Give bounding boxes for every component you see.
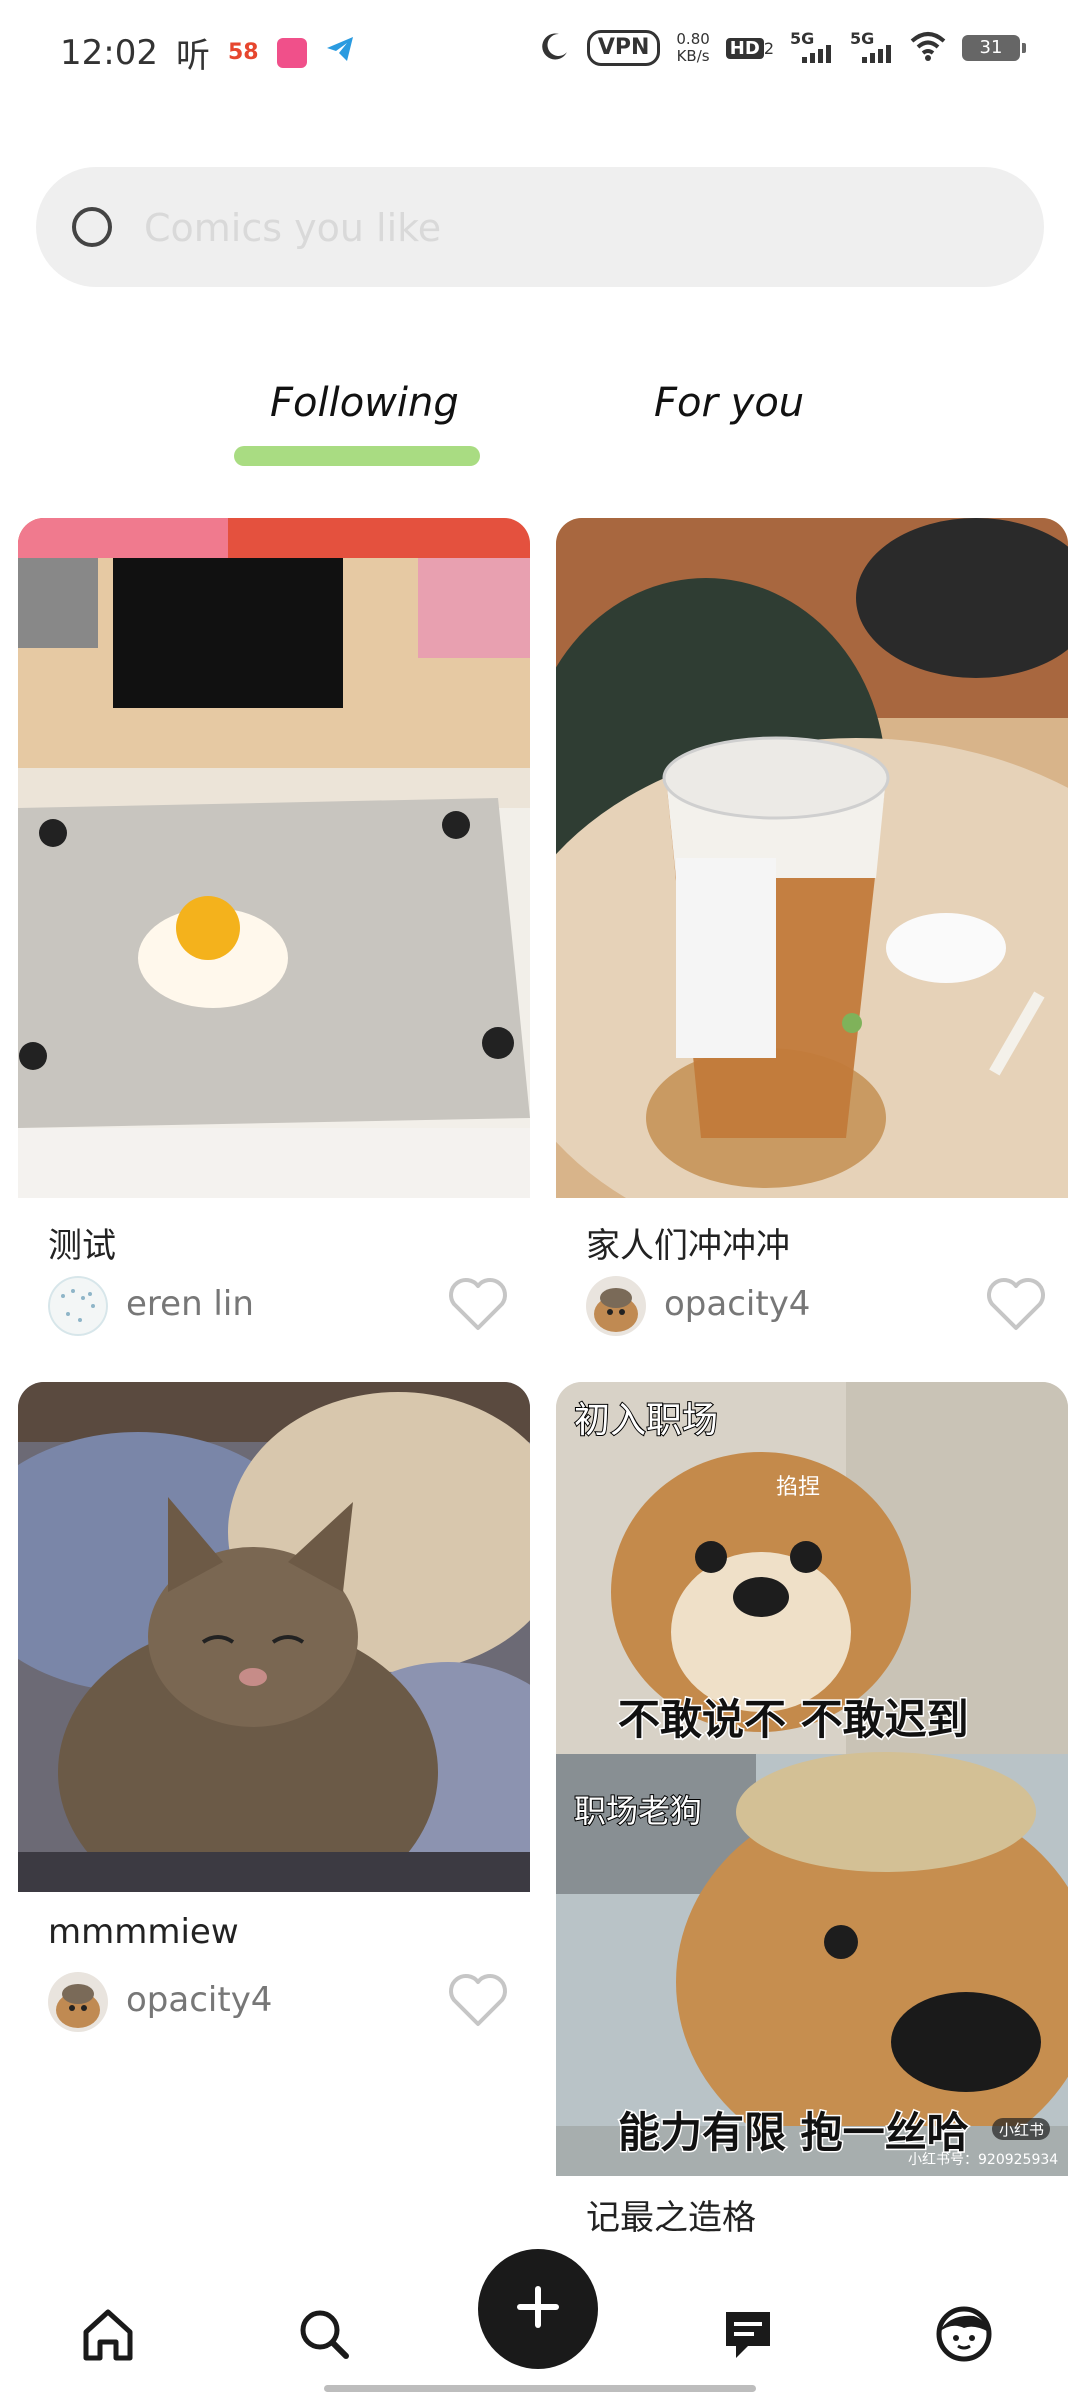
post-image-cat[interactable]	[18, 1382, 530, 1892]
meme-bottom-caption: 能力有限 抱一丝哈	[618, 2108, 969, 2157]
nav-profile[interactable]	[928, 2300, 1000, 2372]
bilibili-app-icon	[276, 37, 307, 68]
avatar[interactable]	[48, 1276, 108, 1336]
author-name[interactable]: eren lin	[126, 1284, 254, 1324]
feed-card[interactable]: 初入职场 掐捏 不敢说不 不敢迟到 职场老狗 能力有限 抱一丝哈 小红书 小红书…	[556, 1382, 1068, 2242]
profile-icon	[934, 2304, 994, 2368]
nav-search[interactable]	[288, 2300, 360, 2372]
moon-icon	[539, 30, 571, 66]
active-tab-indicator	[234, 446, 480, 466]
heart-icon[interactable]	[986, 1276, 1046, 1332]
tab-for-you[interactable]: For you	[654, 380, 804, 426]
status-right: VPN 0.80 KB/s HD 2 5G 5G 31	[539, 29, 1026, 66]
wifi-icon	[910, 31, 946, 65]
vpn-badge: VPN	[586, 30, 661, 66]
status-left: 12:02 听 58	[60, 28, 355, 77]
heart-icon[interactable]	[448, 1972, 508, 2028]
post-title: mmmmiew	[48, 1912, 239, 1952]
meme-middle-caption: 不敢说不 不敢迟到	[618, 1695, 969, 1744]
app-58-icon: 58	[227, 40, 259, 65]
home-gesture-bar[interactable]	[324, 2385, 756, 2392]
watermark-id: 小红书号：920925934	[908, 2152, 1058, 2168]
hd-sub: 2	[763, 38, 774, 58]
post-image-fried-egg[interactable]	[18, 518, 530, 1198]
post-title: 记最之造格	[586, 2198, 756, 2238]
signal-sim2-icon: 5G	[850, 29, 894, 65]
meme-bottom-label: 职场老狗	[574, 1792, 702, 1830]
search-icon	[70, 205, 114, 249]
post-title: 测试	[48, 1226, 116, 1266]
feed-card[interactable]: 家人们冲冲冲 opacity4	[556, 518, 1068, 1348]
post-meta: eren lin	[48, 1276, 508, 1340]
hd-label: HD	[725, 37, 764, 59]
net-speed-unit: KB/s	[676, 47, 710, 65]
feed-card[interactable]: 测试 eren lin	[18, 518, 530, 1348]
tab-following[interactable]: Following	[270, 380, 459, 426]
nav-home[interactable]	[72, 2300, 144, 2372]
post-title: 家人们冲冲冲	[586, 1226, 790, 1266]
clock: 12:02	[60, 32, 158, 73]
create-post-button[interactable]	[478, 2249, 598, 2369]
network-speed: 0.80 KB/s	[676, 31, 709, 65]
search-bar[interactable]	[36, 167, 1044, 287]
signal-sim1-icon: 5G	[790, 29, 834, 65]
heart-icon[interactable]	[448, 1276, 508, 1332]
battery-icon: 31	[962, 35, 1026, 61]
post-image-dog-meme[interactable]: 初入职场 掐捏 不敢说不 不敢迟到 职场老狗 能力有限 抱一丝哈 小红书 小红书…	[556, 1382, 1068, 2176]
post-meta: opacity4	[586, 1276, 1046, 1340]
net-speed-value: 0.80	[676, 30, 710, 48]
messages-icon	[718, 2304, 778, 2368]
avatar[interactable]	[48, 1972, 108, 2032]
avatar[interactable]	[586, 1276, 646, 1336]
hd-badge: HD 2	[725, 37, 774, 59]
add-icon	[510, 2279, 566, 2339]
meme-top-label: 初入职场	[574, 1400, 718, 1441]
telegram-app-icon	[325, 33, 355, 73]
watermark-badge: 小红书	[999, 2121, 1044, 2139]
search-input[interactable]	[142, 191, 1006, 265]
search-icon	[294, 2304, 354, 2368]
home-icon	[78, 2304, 138, 2368]
post-image-milk-tea[interactable]	[556, 518, 1068, 1198]
status-bar: 12:02 听 58 VPN 0.80 KB/s HD 2 5G 5G 31	[0, 0, 1080, 110]
nav-messages[interactable]	[712, 2300, 784, 2372]
listen-app-icon: 听	[175, 36, 210, 76]
post-meta: opacity4	[48, 1972, 508, 2036]
author-name[interactable]: opacity4	[126, 1980, 272, 2020]
feed-card[interactable]: mmmmiew opacity4	[18, 1382, 530, 2042]
meme-pinch-label: 掐捏	[776, 1475, 820, 1500]
author-name[interactable]: opacity4	[664, 1284, 810, 1324]
feed-tabs: Following For you	[0, 370, 1080, 480]
